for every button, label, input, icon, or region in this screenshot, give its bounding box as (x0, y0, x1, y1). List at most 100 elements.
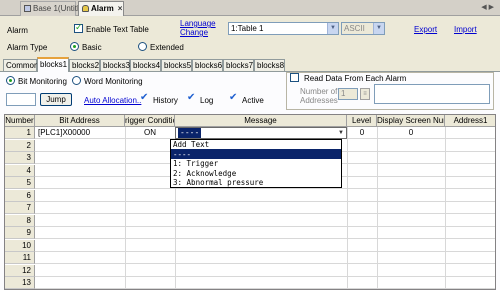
column-header-level[interactable]: Level (347, 115, 377, 127)
tab-blocks3[interactable]: blocks3 (100, 59, 130, 71)
history-label: History (153, 96, 178, 105)
row-number[interactable]: 3 (5, 152, 35, 164)
row1-bit-address[interactable]: [PLC1]X00000 (38, 127, 124, 139)
table-row[interactable] (35, 202, 495, 214)
row-number[interactable]: 8 (5, 214, 35, 227)
active-label: Active (242, 96, 264, 105)
message-dropdown-list: Add Text ---- 1: Trigger 2: Acknowledge … (170, 139, 342, 188)
tab-base1[interactable]: Base 1(Untitled) (20, 1, 90, 16)
check-icon: ✓ (75, 22, 83, 32)
row-number[interactable]: 6 (5, 189, 35, 202)
row1-level[interactable]: 0 (347, 127, 377, 139)
table-row[interactable] (35, 265, 495, 277)
dropdown-item-trigger[interactable]: 1: Trigger (171, 159, 341, 169)
screen-icon (24, 5, 31, 12)
row-number[interactable]: 7 (5, 202, 35, 214)
number-of-addresses-value: 1 (341, 89, 346, 98)
close-icon[interactable]: × (118, 4, 123, 13)
tab-blocks2[interactable]: blocks2 (69, 59, 100, 71)
encoding-select-value: ASCII (344, 24, 365, 33)
chevron-down-icon[interactable]: ▼ (336, 128, 346, 138)
log-check-icon[interactable]: ✔ (187, 92, 195, 103)
word-monitoring-radio[interactable] (72, 76, 81, 85)
alarm-type-label: Alarm Type (7, 43, 48, 52)
tab-blocks5[interactable]: blocks5 (161, 59, 192, 71)
table-row[interactable] (35, 227, 495, 239)
row-number[interactable]: 1 (5, 127, 35, 139)
alarm-type-extended-radio[interactable] (138, 42, 147, 51)
address-input[interactable] (374, 84, 490, 104)
row-number[interactable]: 11 (5, 252, 35, 264)
word-monitoring-label: Word Monitoring (84, 77, 143, 86)
export-link[interactable]: Export (414, 25, 437, 34)
import-link[interactable]: Import (454, 25, 477, 34)
radio-selected-dot (9, 79, 12, 82)
language-change-link[interactable]: Language Change (180, 19, 216, 37)
row-number[interactable]: 2 (5, 139, 35, 152)
chevron-down-icon: ▼ (327, 23, 338, 34)
active-check-icon[interactable]: ✔ (229, 92, 237, 103)
alarm-type-basic-radio[interactable] (70, 42, 79, 51)
auto-allocation-link[interactable]: Auto Allocation.. (84, 96, 141, 105)
alarm-icon (82, 5, 89, 12)
tab-blocks4[interactable]: blocks4 (130, 59, 161, 71)
dropdown-item-none[interactable]: ---- (171, 149, 341, 159)
alarm-type-basic-label: Basic (82, 43, 102, 52)
encoding-select: ASCII ▼ (341, 22, 385, 35)
tab-blocks1[interactable]: blocks1 (37, 57, 69, 72)
column-header-trigger-condition[interactable]: rigger Conditic (125, 115, 175, 127)
row1-message-combo[interactable]: ---- ▼ (175, 127, 347, 139)
number-of-addresses-stepper: 1 (338, 88, 358, 100)
addresses-label: Addresses (300, 96, 338, 105)
column-header-display-screen[interactable]: Display Screen Num (377, 115, 445, 127)
table-row[interactable] (35, 215, 495, 227)
tab-alarm[interactable]: Alarm × (78, 1, 124, 16)
tab-alarm-label: Alarm (91, 4, 114, 13)
dropdown-item-acknowledge[interactable]: 2: Acknowledge (171, 169, 341, 179)
enable-text-table-label: Enable Text Table (86, 25, 149, 34)
row1-message-value: ---- (178, 128, 202, 138)
text-table-select-value: 1:Table 1 (231, 24, 264, 33)
read-data-checkbox[interactable] (290, 73, 299, 82)
history-check-icon[interactable]: ✔ (140, 92, 148, 103)
read-data-label: Read Data From Each Alarm (302, 74, 409, 83)
row-number[interactable]: 4 (5, 164, 35, 177)
table-row[interactable] (35, 277, 495, 289)
dropdown-item-add-text[interactable]: Add Text (171, 140, 341, 150)
jump-button[interactable]: Jump (40, 93, 72, 106)
row-number[interactable]: 9 (5, 227, 35, 239)
number-of-label: Number of (300, 87, 338, 96)
row-number[interactable]: 5 (5, 177, 35, 189)
chevron-down-icon: ▼ (373, 23, 384, 34)
table-row[interactable] (35, 240, 495, 252)
row-number[interactable]: 12 (5, 264, 35, 277)
table-row[interactable] (35, 190, 495, 202)
bit-monitoring-radio[interactable] (6, 76, 15, 85)
tab-scroll-arrows[interactable]: ◀▶ (481, 3, 496, 11)
column-header-bit-address[interactable]: Bit Address (35, 115, 125, 127)
table-row[interactable] (35, 252, 495, 264)
jump-input[interactable] (6, 93, 36, 106)
alarm-type-extended-label: Extended (150, 43, 184, 52)
row1-display-screen[interactable]: 0 (377, 127, 445, 139)
tab-blocks6[interactable]: blocks6 (192, 59, 223, 71)
column-header-address1[interactable]: Address1 (445, 115, 495, 127)
address-list-icon: ≡ (360, 88, 370, 100)
language-change-line1: Language (180, 19, 216, 28)
row-number[interactable]: 10 (5, 239, 35, 252)
tab-blocks8[interactable]: blocks8 (254, 59, 285, 71)
tab-common[interactable]: Common (3, 59, 38, 71)
alarm-label: Alarm (7, 26, 28, 35)
row-number[interactable]: 13 (5, 277, 35, 289)
dropdown-item-abnormal-pressure[interactable]: 3: Abnormal pressure (171, 178, 341, 188)
radio-selected-dot (73, 45, 76, 48)
column-header-message[interactable]: Message (175, 115, 347, 127)
tab-blocks7[interactable]: blocks7 (223, 59, 254, 71)
column-header-number[interactable]: Number (5, 115, 35, 127)
enable-text-table-checkbox[interactable]: ✓ (74, 22, 83, 33)
log-label: Log (200, 96, 214, 105)
text-table-select[interactable]: 1:Table 1 ▼ (228, 22, 339, 35)
row1-trigger-condition[interactable]: ON (125, 127, 175, 139)
language-change-line2: Change (180, 28, 209, 37)
document-tab-bar: Base 1(Untitled) Alarm × ◀▶ (0, 0, 500, 16)
